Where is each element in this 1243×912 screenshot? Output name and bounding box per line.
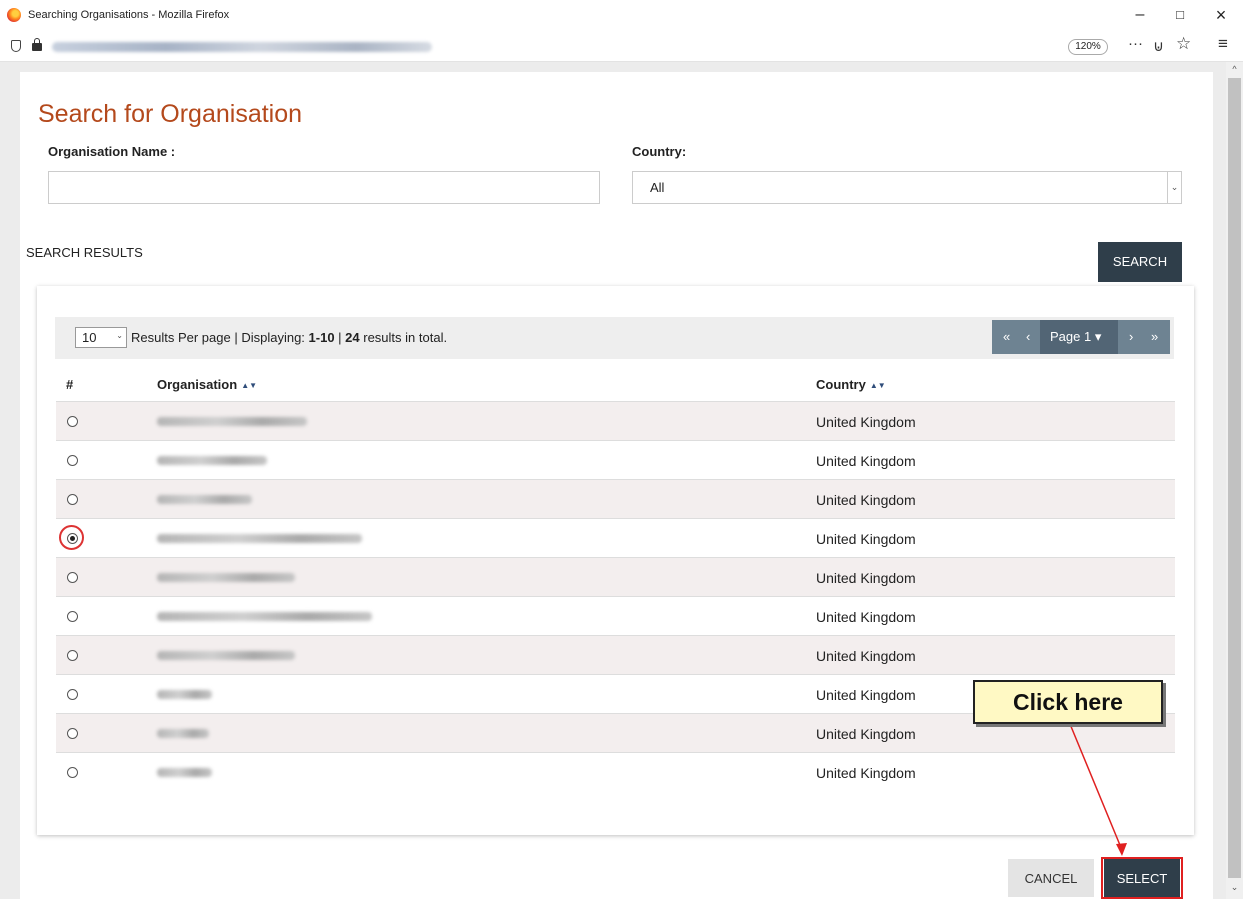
organisation-name-redacted bbox=[157, 690, 212, 699]
address-bar-redacted[interactable] bbox=[52, 42, 432, 52]
summary-suffix: results in total. bbox=[359, 330, 448, 345]
table-row[interactable]: United Kingdom bbox=[56, 557, 1175, 596]
scroll-thumb[interactable] bbox=[1228, 78, 1241, 878]
organisation-header-label: Organisation bbox=[157, 377, 238, 392]
cancel-button[interactable]: CANCEL bbox=[1008, 859, 1094, 897]
country-select[interactable]: All ⌄ bbox=[632, 171, 1182, 204]
row-country: United Kingdom bbox=[816, 414, 916, 430]
scroll-up-icon[interactable]: ^ bbox=[1226, 64, 1243, 78]
chevron-down-icon: ⌄ bbox=[116, 331, 123, 340]
page-actions-menu-icon[interactable]: ··· bbox=[1128, 35, 1143, 52]
row-country: United Kingdom bbox=[816, 687, 916, 703]
firefox-logo-icon bbox=[7, 8, 21, 22]
maximize-button[interactable]: □ bbox=[1160, 4, 1200, 26]
per-page-value: 10 bbox=[82, 330, 97, 345]
organisation-name-redacted bbox=[157, 573, 295, 582]
results-panel: 10 ⌄ Results Per page | Displaying: 1-10… bbox=[37, 286, 1194, 835]
pocket-icon[interactable]: ⊍ bbox=[1153, 37, 1164, 55]
organisation-name-redacted bbox=[157, 417, 307, 426]
callout-arrow-icon bbox=[1069, 723, 1127, 856]
country-label: Country: bbox=[632, 144, 687, 159]
window-title: Searching Organisations - Mozilla Firefo… bbox=[28, 9, 230, 21]
page-dropdown[interactable]: Page 1 ▾ bbox=[1040, 320, 1118, 354]
table-row[interactable]: United Kingdom bbox=[56, 752, 1175, 791]
table-row[interactable]: United Kingdom bbox=[56, 518, 1175, 557]
window-titlebar: Searching Organisations - Mozilla Firefo… bbox=[0, 0, 1243, 32]
row-country: United Kingdom bbox=[816, 609, 916, 625]
results-table-body: United Kingdom United Kingdom United Kingd… bbox=[56, 401, 1175, 791]
search-dialog: Search for Organisation Organisation Nam… bbox=[20, 72, 1213, 912]
per-page-select[interactable]: 10 ⌄ bbox=[75, 327, 127, 348]
row-radio-button[interactable] bbox=[67, 416, 78, 427]
row-radio-button[interactable] bbox=[67, 455, 78, 466]
row-radio-button[interactable] bbox=[67, 767, 78, 778]
summary-prefix: Results Per page | Displaying: bbox=[131, 330, 309, 345]
row-radio-button[interactable] bbox=[67, 572, 78, 583]
selected-radio-highlight bbox=[59, 525, 84, 550]
organisation-name-redacted bbox=[157, 456, 267, 465]
minimize-button[interactable]: – bbox=[1120, 4, 1160, 26]
org-name-input[interactable] bbox=[48, 171, 600, 204]
select-button-highlight bbox=[1101, 857, 1183, 899]
organisation-name-redacted bbox=[157, 768, 212, 777]
next-page-button[interactable]: › bbox=[1129, 329, 1133, 344]
close-window-button[interactable]: × bbox=[1201, 4, 1241, 26]
last-page-button[interactable]: » bbox=[1151, 329, 1158, 344]
search-button[interactable]: SEARCH bbox=[1098, 242, 1182, 282]
table-row[interactable]: United Kingdom bbox=[56, 440, 1175, 479]
prev-page-button[interactable]: ‹ bbox=[1026, 329, 1030, 344]
first-page-button[interactable]: « bbox=[1003, 329, 1010, 344]
summary-total: 24 bbox=[345, 330, 360, 345]
organisation-name-redacted bbox=[157, 651, 295, 660]
organisation-name-redacted bbox=[157, 534, 362, 543]
table-row[interactable]: United Kingdom bbox=[56, 401, 1175, 440]
country-header-label: Country bbox=[816, 377, 866, 392]
table-row[interactable]: United Kingdom bbox=[56, 635, 1175, 674]
country-select-value: All bbox=[650, 180, 665, 195]
row-radio-button[interactable] bbox=[67, 689, 78, 700]
zoom-indicator[interactable]: 120% bbox=[1068, 39, 1108, 55]
row-radio-button[interactable] bbox=[67, 494, 78, 505]
organisation-name-redacted bbox=[157, 495, 252, 504]
sort-icon[interactable]: ▲▼ bbox=[241, 381, 257, 390]
row-country: United Kingdom bbox=[816, 492, 916, 508]
results-toolbar: 10 ⌄ Results Per page | Displaying: 1-10… bbox=[55, 317, 1174, 359]
organisation-name-redacted bbox=[157, 612, 372, 621]
vertical-scrollbar[interactable]: ^ ⌄ bbox=[1226, 62, 1243, 899]
row-country: United Kingdom bbox=[816, 726, 916, 742]
row-country: United Kingdom bbox=[816, 453, 916, 469]
click-here-callout: Click here bbox=[973, 680, 1163, 724]
browser-navbar: 120% ··· ⊍ ☆ ≡ bbox=[0, 32, 1243, 62]
org-name-label: Organisation Name : bbox=[48, 144, 176, 159]
bookmark-star-icon[interactable]: ☆ bbox=[1176, 34, 1191, 54]
column-header-organisation[interactable]: Organisation ▲▼ bbox=[157, 377, 257, 392]
table-row[interactable]: United Kingdom bbox=[56, 479, 1175, 518]
column-header-index: # bbox=[66, 377, 74, 392]
row-country: United Kingdom bbox=[816, 648, 916, 664]
scroll-down-icon[interactable]: ⌄ bbox=[1226, 882, 1243, 896]
row-country: United Kingdom bbox=[816, 570, 916, 586]
column-header-country[interactable]: Country ▲▼ bbox=[816, 377, 886, 392]
row-radio-button[interactable] bbox=[67, 650, 78, 661]
chevron-down-icon: ⌄ bbox=[1167, 172, 1181, 203]
page-dropdown-label: Page 1 ▾ bbox=[1050, 329, 1102, 344]
organisation-name-redacted bbox=[157, 729, 209, 738]
row-radio-button[interactable] bbox=[67, 611, 78, 622]
sort-icon[interactable]: ▲▼ bbox=[870, 381, 886, 390]
summary-range: 1-10 bbox=[308, 330, 335, 345]
row-country: United Kingdom bbox=[816, 765, 916, 781]
page-viewport: Search for Organisation Organisation Nam… bbox=[0, 62, 1226, 912]
summary-separator: | bbox=[334, 330, 346, 345]
lock-icon[interactable] bbox=[32, 38, 42, 51]
search-results-heading: SEARCH RESULTS bbox=[26, 245, 143, 260]
table-row[interactable]: United Kingdom bbox=[56, 596, 1175, 635]
results-summary: Results Per page | Displaying: 1-10 | 24… bbox=[131, 330, 447, 345]
pagination: « ‹ Page 1 ▾ › » bbox=[992, 320, 1170, 354]
row-country: United Kingdom bbox=[816, 531, 916, 547]
row-radio-button[interactable] bbox=[67, 728, 78, 739]
app-menu-icon[interactable]: ≡ bbox=[1218, 34, 1228, 54]
tracking-shield-icon[interactable] bbox=[11, 40, 21, 52]
page-title: Search for Organisation bbox=[38, 100, 303, 128]
